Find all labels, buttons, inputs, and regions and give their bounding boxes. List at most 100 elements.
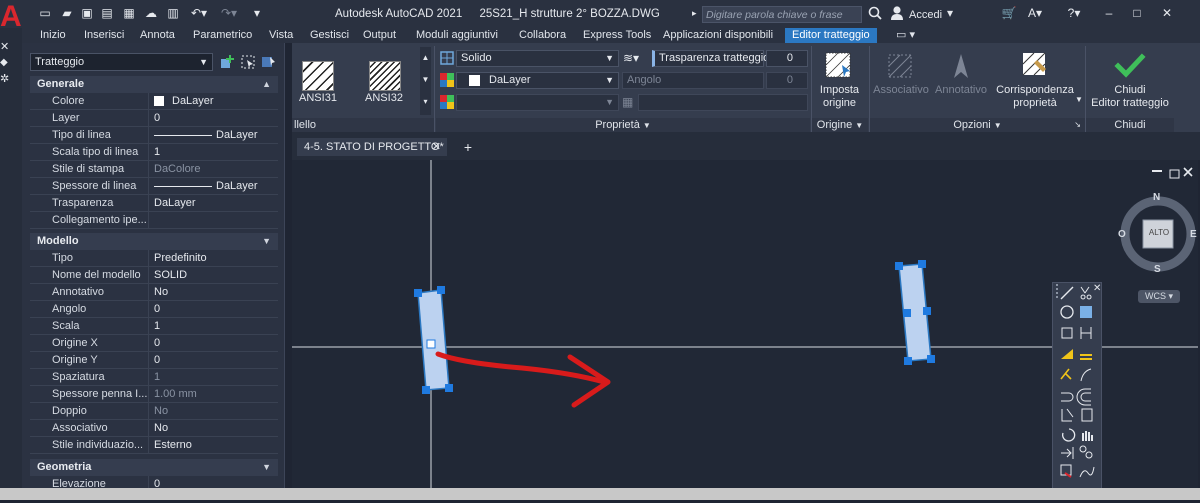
close-tab-icon[interactable]: ✕ [432,138,441,156]
customize-qat-icon[interactable]: ▾ [250,7,264,20]
minimize-icon[interactable]: – [1102,7,1116,20]
pattern-gallery-scroll[interactable]: ▲ ▼ ▾ [420,47,431,115]
property-row[interactable]: Stile di stampa DaColore [30,161,278,178]
property-row[interactable]: Origine Y 0 [30,352,278,369]
property-value[interactable]: DaColore [154,163,200,175]
property-value[interactable]: DaLayer [216,180,258,192]
compass-north[interactable]: N [1153,192,1160,203]
web-mobile-icon[interactable]: ▦ [122,7,136,20]
property-row[interactable]: Stile individuazio... Esterno [30,437,278,454]
property-row[interactable]: Annotativo No [30,284,278,301]
property-value[interactable]: DaLayer [154,197,196,209]
chevron-down-icon[interactable]: ▼ [1075,95,1083,104]
viewport-controls[interactable] [1152,167,1193,179]
print-icon[interactable]: ▥ [166,7,180,20]
property-row[interactable]: Collegamento ipe... [30,212,278,229]
tab-vista[interactable]: Vista [269,28,293,43]
property-value[interactable]: 0 [154,354,160,366]
check-icon[interactable] [1114,52,1146,80]
dialog-launcher-icon[interactable]: ↘ [1074,118,1081,132]
new-tab-plus-icon[interactable]: + [460,138,476,156]
palette-close-icon[interactable]: ✕ [0,42,10,53]
search-expand-icon[interactable]: ▸ [692,8,697,19]
signin-dropdown-icon[interactable]: ▾ [945,7,955,20]
property-value[interactable]: Esterno [154,439,192,451]
save-icon[interactable]: ▣ [80,7,94,20]
property-value[interactable]: 1 [154,320,160,332]
property-value[interactable]: No [154,286,168,298]
compass-south[interactable]: S [1154,264,1161,275]
undo-icon[interactable]: ↶▾ [188,7,210,20]
search-icon[interactable] [868,6,882,20]
compass-east[interactable]: E [1190,229,1197,240]
property-value[interactable]: 0 [154,337,160,349]
tab-annota[interactable]: Annota [140,28,175,43]
close-window-icon[interactable]: ✕ [1160,7,1174,20]
property-row[interactable]: Scala tipo di linea 1 [30,144,278,161]
property-row[interactable]: Tipo di linea DaLayer [30,127,278,144]
wcs-menu[interactable]: WCS ▾ [1138,290,1180,303]
cloud-save-icon[interactable]: ☁ [144,7,158,20]
tab-editor-tratteggio[interactable]: Editor tratteggio [785,28,877,43]
panel-label-properties[interactable]: Proprietà ▼ [436,118,810,132]
property-value[interactable]: No [154,422,168,434]
autodesk-a360-icon[interactable]: A▾ [1022,7,1048,20]
compass-west[interactable]: O [1118,229,1126,240]
property-row[interactable]: Tipo Predefinito [30,250,278,267]
viewcube[interactable]: ALTO N S O E [1118,192,1198,282]
property-row[interactable]: Associativo No [30,420,278,437]
property-row[interactable]: Spessore di linea DaLayer [30,178,278,195]
match-properties-button[interactable]: Corrispondenza proprietà [996,84,1074,110]
property-row[interactable]: Scala 1 [30,318,278,335]
save-as-icon[interactable]: ▤ [100,7,114,20]
property-value[interactable]: 0 [154,112,160,124]
panel-label-options[interactable]: Opzioni ▼ ↘ [870,118,1085,132]
transparency-field[interactable]: Trasparenza tratteggio [652,50,769,67]
property-row[interactable]: Angolo 0 [30,301,278,318]
hatch-object-left[interactable] [414,286,453,394]
set-origin-icon[interactable] [824,51,854,81]
help-icon[interactable]: ?▾ [1062,7,1086,20]
new-file-icon[interactable]: ▭ [38,7,52,20]
palette-autohide-icon[interactable]: ◆ [0,58,10,68]
tab-inserisci[interactable]: Inserisci [84,28,124,43]
property-row[interactable]: Nome del modello SOLID [30,267,278,284]
property-value[interactable]: SOLID [154,269,187,281]
transparency-icon[interactable]: ≋▾ [623,51,647,65]
associative-icon[interactable] [886,52,916,80]
file-tab-active[interactable]: 4-5. STATO DI PROGETTO* ✕ [297,138,447,156]
tab-collabora[interactable]: Collabora [519,28,566,43]
redo-icon[interactable]: ↷▾ [218,7,240,20]
tab-parametrico[interactable]: Parametrico [193,28,252,43]
associative-label[interactable]: Associativo [872,84,930,97]
property-value[interactable]: Predefinito [154,252,207,264]
maximize-icon[interactable]: □ [1130,7,1144,20]
property-row[interactable]: Spaziatura 1 [30,369,278,386]
tab-inizio[interactable]: Inizio [40,28,66,43]
scale-field[interactable] [638,94,808,111]
user-icon[interactable] [890,5,904,21]
property-value[interactable]: DaLayer [216,129,258,141]
property-value[interactable]: 1.00 mm [154,388,197,400]
tab-applicazioni-disponibili[interactable]: Applicazioni disponibili [663,28,773,43]
property-row[interactable]: Origine X 0 [30,335,278,352]
toggle-pickadd-icon[interactable] [220,54,236,70]
select-objects-icon[interactable] [240,54,256,70]
set-origin-button[interactable]: Imposta origine [812,84,867,110]
transparency-value-input[interactable]: 0 [766,50,808,67]
viewcube-top-face[interactable]: ALTO [1144,228,1174,237]
search-input[interactable]: Digitare parola chiave o frase [702,6,862,23]
tab-express-tools[interactable]: Express Tools [583,28,651,43]
property-row[interactable]: Trasparenza DaLayer [30,195,278,212]
annotative-label[interactable]: Annotativo [932,84,990,97]
pattern-ansi31-swatch[interactable] [302,61,334,91]
signin-label[interactable]: Accedi [909,9,942,21]
property-row[interactable]: Spessore penna I... 1.00 mm [30,386,278,403]
background-color-dropdown[interactable]: ▼ [456,94,619,111]
selection-dropdown[interactable]: Tratteggio ▼ [30,53,213,71]
close-hatch-editor-button[interactable]: Chiudi Editor tratteggio [1086,84,1174,110]
property-value[interactable]: No [154,405,168,417]
tab-moduli-aggiuntivi[interactable]: Moduli aggiuntivi [416,28,498,43]
hatch-type-dropdown[interactable]: Solido ▼ [456,50,619,67]
property-value[interactable]: 1 [154,371,160,383]
